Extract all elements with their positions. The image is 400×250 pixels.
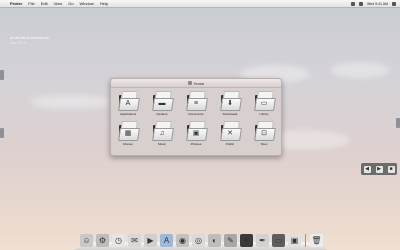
finder-item-label: Pictures xyxy=(190,142,202,146)
folder-glyph: ⊡ xyxy=(261,130,267,137)
folder-glyph: ⬇ xyxy=(227,100,233,107)
menu-go[interactable]: Go xyxy=(68,1,73,6)
finder-icon[interactable]: ☺ xyxy=(80,234,93,247)
finder-item-label: Movies xyxy=(123,142,133,146)
finder-item-applications[interactable]: A Applications xyxy=(111,89,145,116)
finder-item-sites[interactable]: ⊡ Sites xyxy=(247,119,281,146)
mail-icon[interactable]: ✉ xyxy=(128,234,141,247)
finder-icon-grid: A Applications ▬ Desktop ≡ Documents ⬇ Download… xyxy=(111,89,281,146)
menu-help[interactable]: Help xyxy=(100,1,108,6)
finder-item-label: Downloads xyxy=(222,112,238,116)
desktop-note: All We Are & Dreams Are Mac OS X xyxy=(10,36,49,46)
folder-glyph: ▣ xyxy=(192,130,200,137)
menu-bar: Finder File Edit View Go Window Help Wed… xyxy=(0,0,400,8)
finder-item-movies[interactable]: ▦ Movies xyxy=(111,119,145,146)
trash-icon[interactable]: 🗑 xyxy=(310,234,323,247)
left-drawer-handle[interactable] xyxy=(0,128,4,138)
menu-clock[interactable]: Wed 9:41 AM xyxy=(367,2,388,6)
volume-icon[interactable] xyxy=(359,1,364,6)
cloud xyxy=(30,95,110,109)
terminal-icon[interactable]: ▭ xyxy=(272,234,285,247)
photo-icon[interactable]: ▣ xyxy=(288,234,301,247)
left-drawer-handle[interactable] xyxy=(0,70,4,80)
home-folder-icon xyxy=(187,81,192,85)
folder-glyph: ≡ xyxy=(193,100,199,107)
menu-file[interactable]: File xyxy=(28,1,34,6)
folder-icon: ▦ xyxy=(117,119,140,141)
system-preferences-icon[interactable]: ⚙ xyxy=(96,234,109,247)
folder-glyph: ♫ xyxy=(159,130,165,137)
menu-window[interactable]: Window xyxy=(80,1,94,6)
dashboard-icon[interactable]: ◉ xyxy=(176,234,189,247)
folder-glyph: A xyxy=(125,100,131,107)
menu-view[interactable]: View xyxy=(54,1,63,6)
folder-glyph: ▬ xyxy=(158,100,166,107)
finder-item-documents[interactable]: ≡ Documents xyxy=(179,89,213,116)
finder-item-label: Public xyxy=(225,142,235,146)
folder-icon: ♫ xyxy=(151,119,174,141)
tools-icon[interactable]: ✎ xyxy=(224,234,237,247)
finder-item-label: Documents xyxy=(188,112,204,116)
folder-icon: ✕ xyxy=(219,119,242,141)
finder-item-pictures[interactable]: ▣ Pictures xyxy=(179,119,213,146)
dock-icons: ☺ ⚙ ◷ ✉ ▶ A ◉ ◎ ◐ ✎ ❦ ✒ ▭ ▣ 🗑 xyxy=(80,234,323,247)
finder-item-label: Music xyxy=(158,142,166,146)
folder-icon: ≡ xyxy=(185,89,208,111)
pen-icon[interactable]: ✒ xyxy=(256,234,269,247)
folder-icon: ⊡ xyxy=(253,119,276,141)
desktop-note-line2: Mac OS X xyxy=(10,41,26,45)
finder-item-library[interactable]: ▭ Library xyxy=(247,89,281,116)
finder-title: Home xyxy=(193,80,205,86)
finder-item-public[interactable]: ✕ Public xyxy=(213,119,247,146)
media-icon[interactable]: ▶ xyxy=(144,234,157,247)
menu-finder[interactable]: Finder xyxy=(10,1,22,6)
dvd-player-icon[interactable]: ◐ xyxy=(208,234,221,247)
finder-titlebar[interactable]: Home xyxy=(111,79,281,88)
finder-window: Home A Applications ▬ Desktop ≡ Documents ⬇ Dow… xyxy=(110,78,282,156)
previous-icon[interactable]: ◀ xyxy=(363,165,371,173)
folder-icon: ⬇ xyxy=(219,89,242,111)
folder-icon: A xyxy=(117,89,140,111)
finder-item-desktop[interactable]: ▬ Desktop xyxy=(145,89,179,116)
spotlight-icon[interactable] xyxy=(392,1,396,6)
leaf-icon[interactable]: ❦ xyxy=(240,234,253,247)
menu-edit[interactable]: Edit xyxy=(41,1,48,6)
finder-item-label: Applications xyxy=(119,112,137,116)
folder-glyph: ✕ xyxy=(227,130,233,137)
cloud xyxy=(330,62,390,78)
finder-item-label: Sites xyxy=(260,142,268,146)
folder-icon: ▣ xyxy=(185,119,208,141)
camera-icon[interactable]: ◎ xyxy=(192,234,205,247)
stop-icon[interactable]: ■ xyxy=(387,165,395,173)
dock: ☺ ⚙ ◷ ✉ ▶ A ◉ ◎ ◐ ✎ ❦ ✒ ▭ ▣ 🗑 xyxy=(74,229,328,250)
next-icon[interactable]: ▶ xyxy=(375,165,383,173)
folder-icon: ▬ xyxy=(151,89,174,111)
dock-separator xyxy=(305,234,306,247)
right-drawer-handle[interactable] xyxy=(396,118,400,128)
folder-icon: ▭ xyxy=(253,89,276,111)
menu-extras: Wed 9:41 AM xyxy=(351,0,396,7)
finder-item-label: Library xyxy=(259,112,269,116)
folder-glyph: ▦ xyxy=(124,130,132,137)
clock-icon[interactable]: ◷ xyxy=(112,234,125,247)
wifi-icon[interactable] xyxy=(351,1,356,6)
finder-item-label: Desktop xyxy=(156,112,168,116)
app-store-icon[interactable]: A xyxy=(160,234,173,247)
folder-glyph: ▭ xyxy=(260,100,268,107)
finder-item-music[interactable]: ♫ Music xyxy=(145,119,179,146)
finder-item-downloads[interactable]: ⬇ Downloads xyxy=(213,89,247,116)
media-controls: ◀ ▶ ■ xyxy=(361,163,397,175)
